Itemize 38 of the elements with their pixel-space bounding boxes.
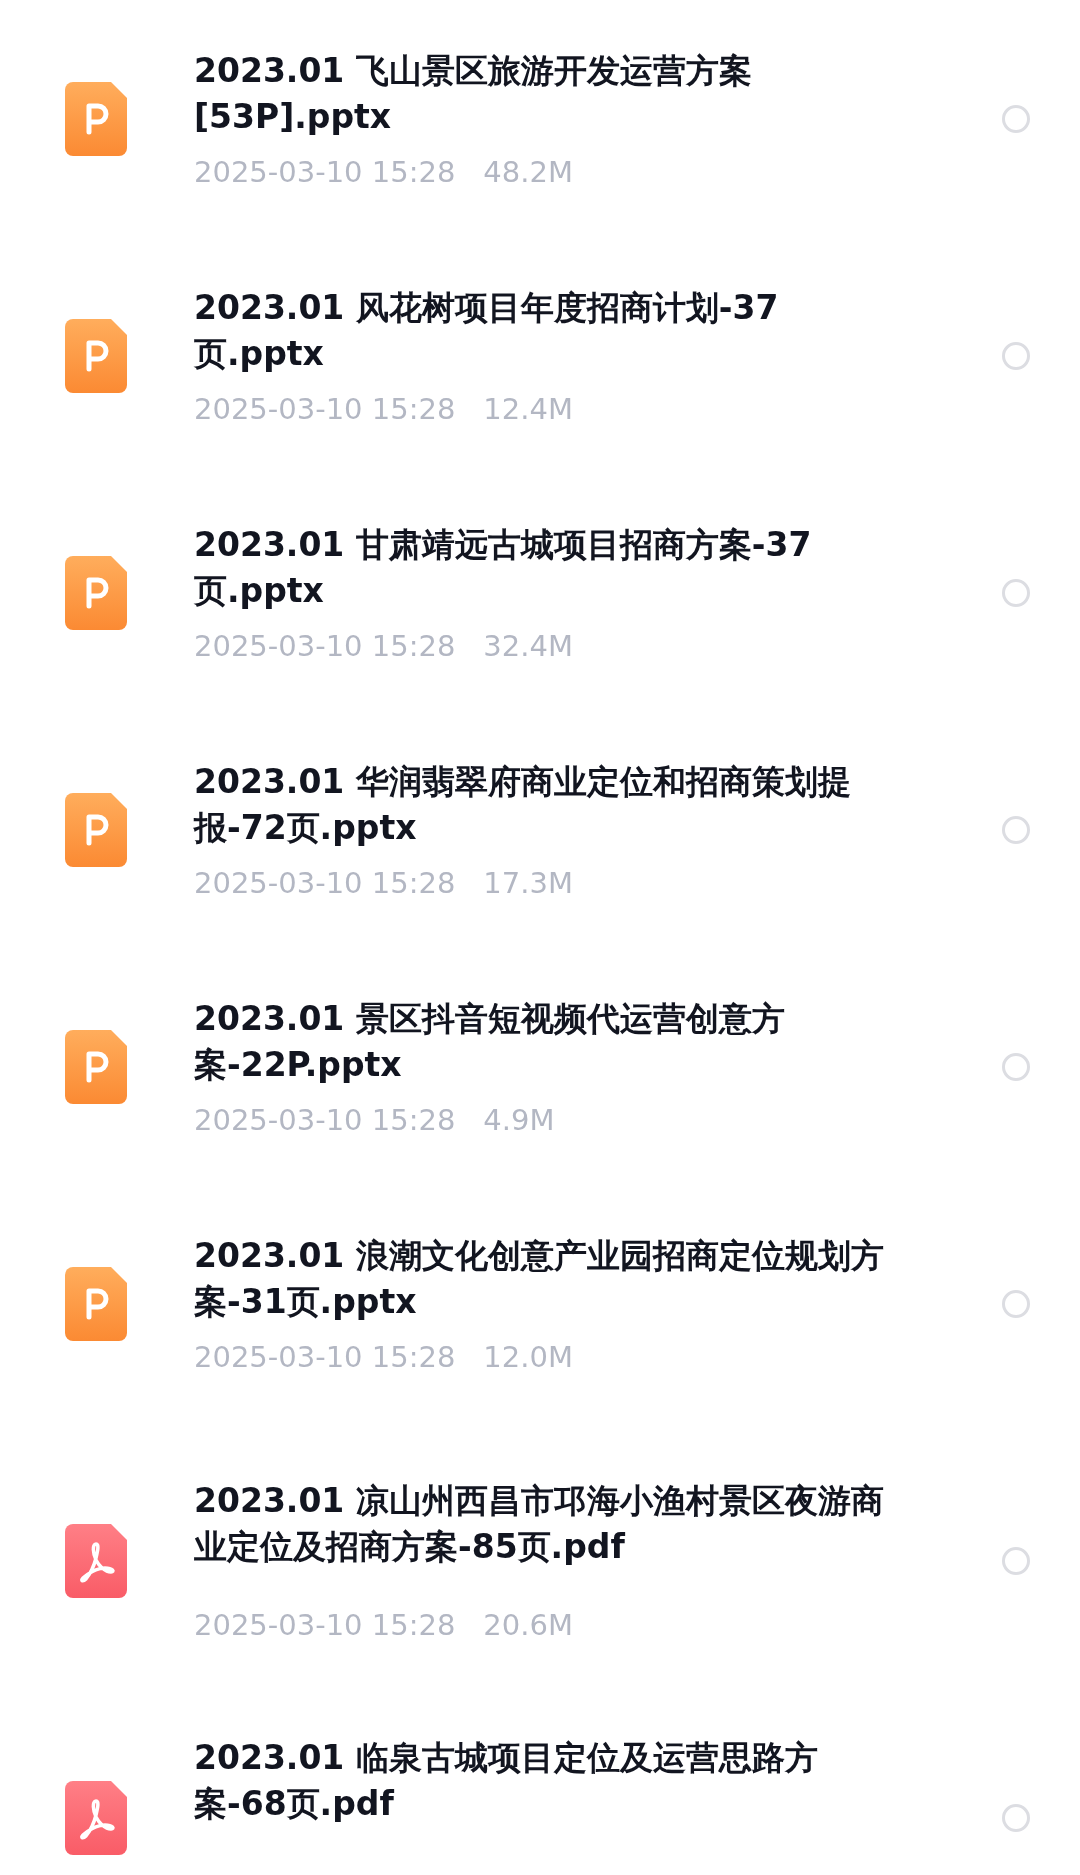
file-size: 48.2M — [483, 153, 573, 190]
presentation-file-icon — [65, 792, 127, 867]
select-radio[interactable] — [1002, 1803, 1030, 1832]
presentation-file-icon — [65, 318, 127, 393]
file-name[interactable]: 2023.01 凉山州西昌市邛海小渔村景区夜游商业定位及招商方案-85页.pdf — [194, 1478, 894, 1570]
pdf-file-icon — [65, 1780, 127, 1855]
file-name[interactable]: 2023.01 风花树项目年度招商计划-37页.pptx — [194, 284, 894, 377]
select-radio[interactable] — [1002, 1052, 1030, 1081]
select-radio[interactable] — [1002, 815, 1030, 844]
presentation-file-icon — [65, 81, 127, 156]
file-date: 2025-03-10 15:28 — [194, 1607, 456, 1643]
presentation-file-icon — [65, 555, 127, 630]
file-name[interactable]: 2023.01 景区抖音短视频代运营创意方案-22P.pptx — [194, 995, 894, 1088]
file-size: 12.4M — [483, 390, 573, 427]
file-date: 2025-03-10 15:28 — [194, 627, 456, 664]
select-radio[interactable] — [1002, 578, 1030, 607]
file-size: 12.0M — [483, 1338, 573, 1375]
file-date: 2025-03-10 15:28 — [194, 153, 456, 190]
presentation-file-icon — [65, 1029, 127, 1104]
select-radio[interactable] — [1002, 341, 1030, 370]
select-radio[interactable] — [1002, 1546, 1030, 1575]
file-name[interactable]: 2023.01 甘肃靖远古城项目招商方案-37页.pptx — [194, 521, 894, 614]
file-size: 32.4M — [483, 627, 573, 664]
file-date: 2025-03-10 15:28 — [194, 864, 456, 901]
file-date: 2025-03-10 15:28 — [194, 1338, 456, 1375]
file-name[interactable]: 2023.01 浪潮文化创意产业园招商定位规划方案-31页.pptx — [194, 1232, 894, 1325]
presentation-file-icon — [65, 1266, 127, 1341]
select-radio[interactable] — [1002, 1289, 1030, 1318]
file-date: 2025-03-10 15:28 — [194, 390, 456, 427]
file-size: 4.9M — [483, 1101, 555, 1138]
file-date: 2025-03-10 15:28 — [194, 1101, 456, 1138]
file-name[interactable]: 2023.01 飞山景区旅游开发运营方案[53P].pptx — [194, 47, 894, 140]
file-size: 20.6M — [483, 1607, 573, 1643]
file-name[interactable]: 2023.01 华润翡翠府商业定位和招商策划提报-72页.pptx — [194, 758, 894, 851]
pdf-file-icon — [65, 1523, 127, 1598]
select-radio[interactable] — [1002, 104, 1030, 133]
file-size: 17.3M — [483, 864, 573, 901]
file-name[interactable]: 2023.01 临泉古城项目定位及运营思路方案-68页.pdf — [194, 1735, 894, 1827]
